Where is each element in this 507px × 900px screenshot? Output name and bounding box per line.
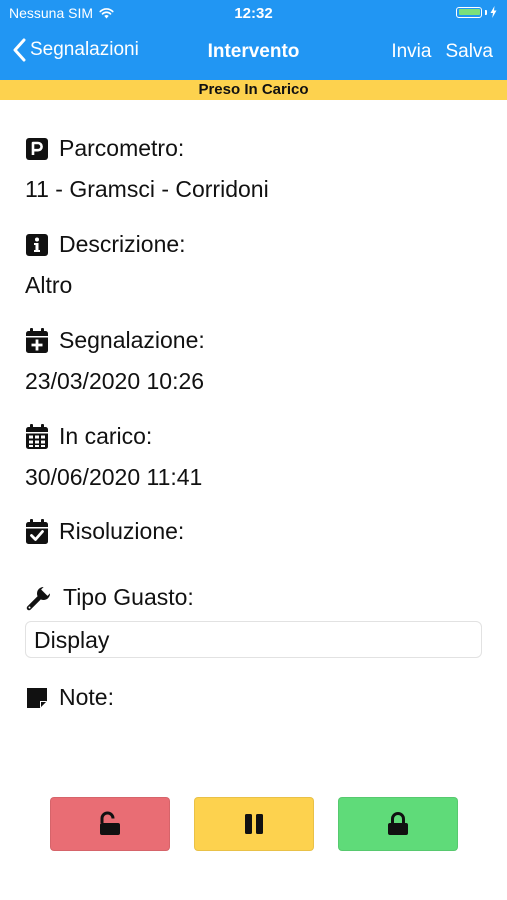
tipo-guasto-label: Tipo Guasto:: [63, 584, 194, 610]
risoluzione-label-row: Risoluzione:: [25, 518, 482, 545]
status-time: 12:32: [234, 5, 273, 22]
parking-icon: [26, 137, 48, 160]
parcometro-field: Parcometro: 11 - Gramsci - Corridoni: [25, 135, 482, 203]
navigation-bar: Segnalazioni Intervento Invia Salva: [0, 30, 507, 76]
descrizione-field: Descrizione: Altro: [25, 231, 482, 299]
in-carico-label-row: In carico:: [25, 423, 482, 450]
parcometro-label: Parcometro:: [59, 135, 185, 161]
risoluzione-field: Risoluzione:: [25, 518, 482, 545]
segnalazione-label: Segnalazione:: [59, 327, 205, 353]
in-carico-label: In carico:: [59, 423, 153, 449]
unlock-button[interactable]: [50, 797, 170, 851]
wrench-icon: [26, 584, 53, 610]
save-button[interactable]: Salva: [445, 41, 493, 63]
parcometro-value: 11 - Gramsci - Corridoni: [25, 176, 269, 202]
note-label-row: Note:: [25, 684, 482, 711]
note-label: Note:: [59, 684, 114, 710]
note-field: Note:: [25, 684, 482, 711]
status-banner: Preso In Carico: [0, 80, 507, 100]
pause-icon: [245, 814, 263, 834]
tipo-guasto-input[interactable]: Display: [25, 621, 482, 658]
in-carico-value: 30/06/2020 11:41: [25, 464, 203, 490]
parcometro-label-row: Parcometro:: [25, 135, 482, 162]
unlock-icon: [100, 811, 120, 835]
in-carico-field: In carico: 30/06/2020 11:41: [25, 423, 482, 491]
calendar-icon: [26, 423, 48, 449]
status-bar: Nessuna SIM 12:32: [0, 0, 507, 28]
battery-icon: [456, 6, 482, 18]
descrizione-label-row: Descrizione:: [25, 231, 482, 258]
calendar-check-icon: [26, 518, 48, 544]
note-icon: [27, 687, 47, 708]
risoluzione-label: Risoluzione:: [59, 518, 185, 544]
nav-actions: Invia Salva: [391, 41, 493, 63]
tipo-guasto-label-row: Tipo Guasto:: [25, 584, 482, 611]
lock-icon: [388, 812, 408, 835]
top-bar: Nessuna SIM 12:32 Segnalazioni Intervent…: [0, 0, 507, 80]
send-button[interactable]: Invia: [391, 41, 431, 63]
charging-bolt-icon: [490, 6, 497, 18]
battery-indicator: [456, 6, 497, 18]
descrizione-label: Descrizione:: [59, 231, 186, 257]
segnalazione-value: 23/03/2020 10:26: [25, 368, 205, 394]
info-icon: [26, 233, 48, 256]
lock-button[interactable]: [338, 797, 458, 851]
back-button[interactable]: Segnalazioni: [12, 38, 139, 62]
tipo-guasto-field: Tipo Guasto: Display: [25, 584, 482, 658]
pause-button[interactable]: [194, 797, 314, 851]
segnalazione-field: Segnalazione: 23/03/2020 10:26: [25, 327, 482, 395]
back-label: Segnalazioni: [30, 39, 139, 60]
descrizione-value: Altro: [25, 272, 73, 298]
segnalazione-label-row: Segnalazione:: [25, 327, 482, 354]
chevron-left-icon: [13, 38, 26, 62]
calendar-plus-icon: [26, 327, 48, 353]
